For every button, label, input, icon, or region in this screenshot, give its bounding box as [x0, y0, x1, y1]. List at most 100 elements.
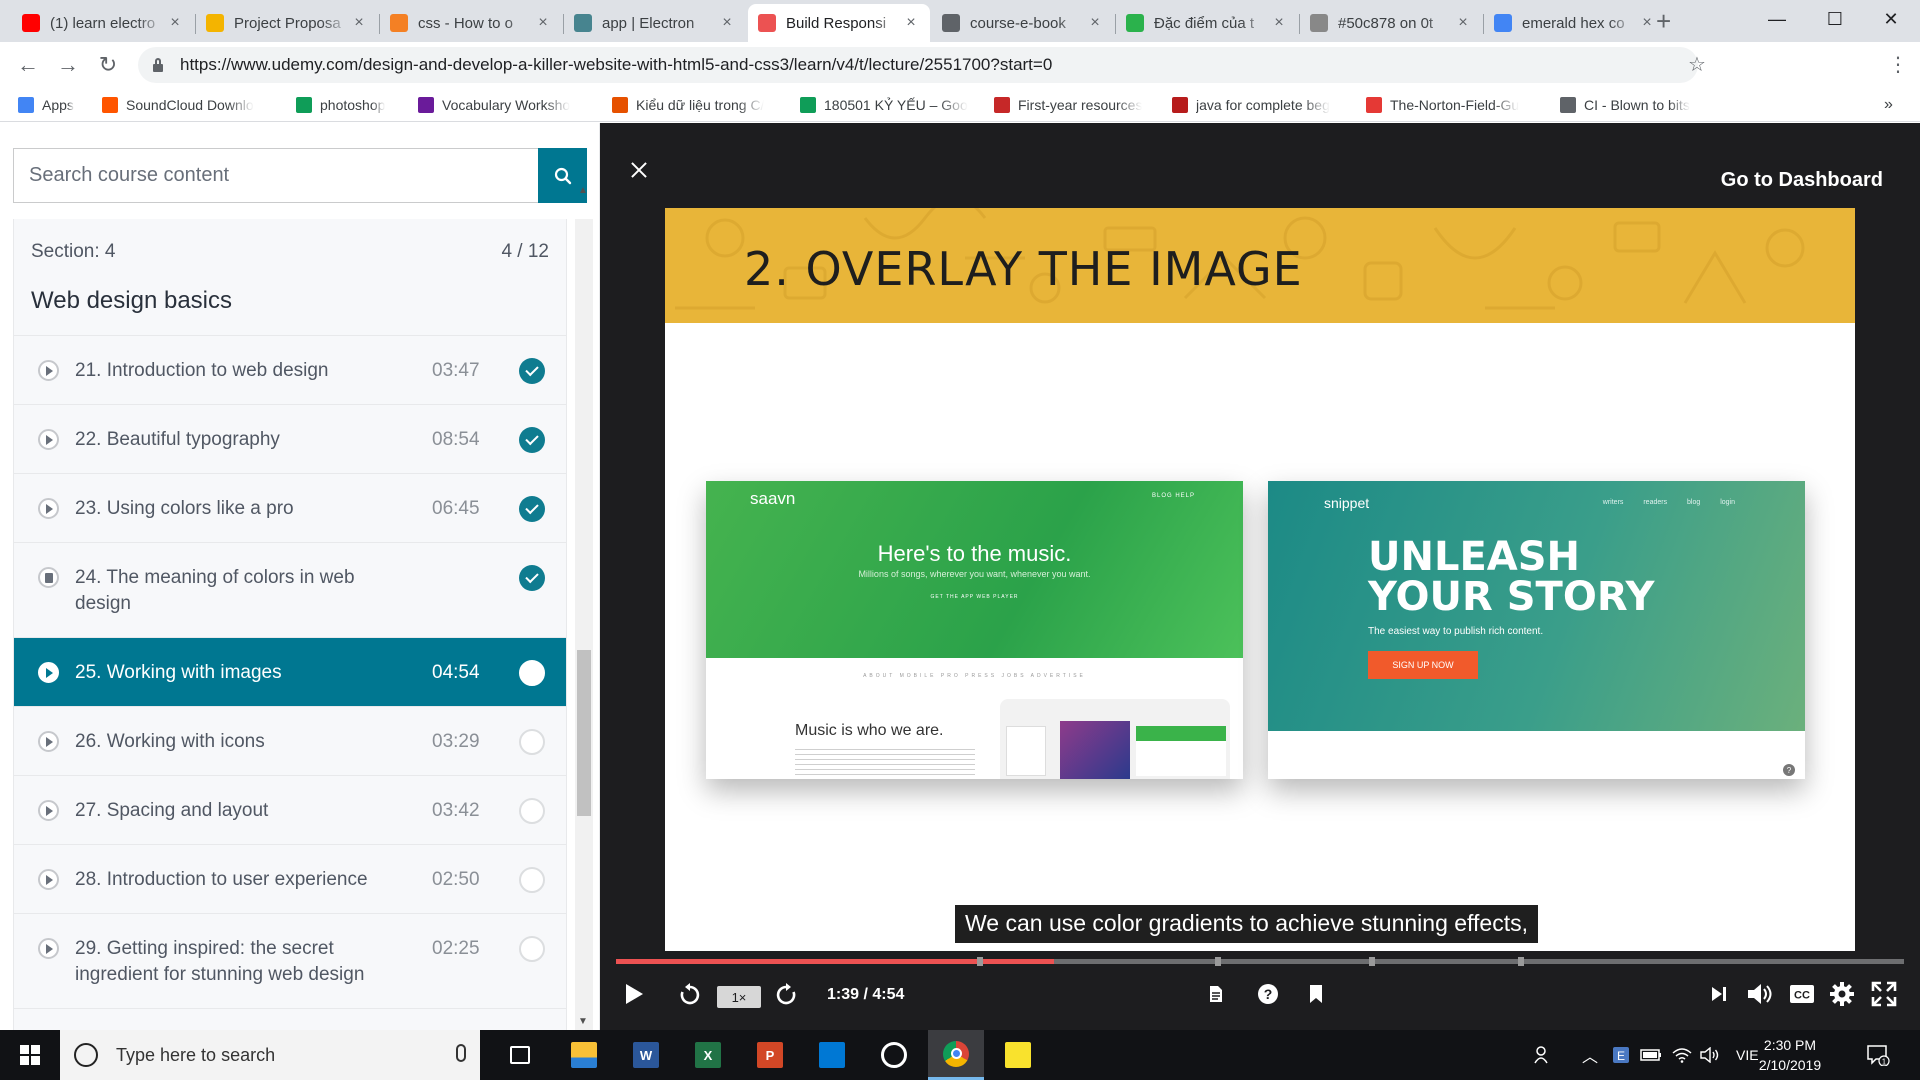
bookmark-item[interactable]: Vocabulary Worksho — [418, 95, 570, 115]
bookmark-item[interactable]: 180501 KỶ YẾU – Goo — [800, 95, 968, 115]
browser-tab[interactable]: Đặc điểm của t × — [1116, 4, 1298, 42]
progress-checkbox[interactable] — [519, 729, 545, 755]
taskbar-app[interactable] — [866, 1030, 922, 1080]
fullscreen-icon[interactable] — [1870, 981, 1898, 1007]
rewind-icon[interactable] — [678, 981, 702, 1007]
new-tab-button[interactable]: + — [1656, 8, 1671, 34]
back-button[interactable]: ← — [14, 52, 42, 78]
bookmark-item[interactable]: photoshop — [296, 95, 385, 115]
bookmark-item[interactable]: Apps — [18, 95, 74, 115]
tab-close-icon[interactable]: × — [1638, 14, 1656, 32]
transcript-icon[interactable] — [1206, 981, 1226, 1007]
tab-close-icon[interactable]: × — [1270, 14, 1288, 32]
closed-captions-icon[interactable]: CC — [1788, 981, 1816, 1007]
volume-tray-icon[interactable] — [1700, 1030, 1720, 1080]
taskbar-search[interactable]: Type here to search — [60, 1030, 480, 1080]
taskbar-app[interactable]: X — [680, 1030, 736, 1080]
lecture-item[interactable]: 22. Beautiful typography 08:54 — [14, 404, 566, 473]
play-circle-icon[interactable] — [38, 498, 59, 519]
search-course-input[interactable] — [13, 148, 538, 203]
lecture-item[interactable]: 28. Introduction to user experience 02:50 — [14, 844, 566, 913]
lecture-item[interactable]: 21. Introduction to web design 03:47 — [14, 335, 566, 404]
reload-button[interactable]: ↻ — [94, 52, 122, 78]
completed-check-icon[interactable] — [519, 496, 545, 522]
bookmark-item[interactable]: SoundCloud Downlo — [102, 95, 254, 115]
play-circle-icon[interactable] — [38, 662, 59, 683]
maximize-button[interactable]: ☐ — [1806, 0, 1864, 38]
completed-check-icon[interactable] — [519, 427, 545, 453]
progress-checkbox[interactable] — [519, 867, 545, 893]
sidebar-scrollbar[interactable] — [575, 219, 593, 1030]
bookmark-item[interactable]: The-Norton-Field-Gu — [1366, 95, 1519, 115]
forward-button[interactable]: → — [54, 52, 82, 78]
completed-check-icon[interactable] — [519, 565, 545, 591]
go-to-dashboard-link[interactable]: Go to Dashboard — [1721, 169, 1883, 192]
taskbar-app[interactable] — [990, 1030, 1046, 1080]
tab-close-icon[interactable]: × — [534, 14, 552, 32]
microphone-icon[interactable] — [456, 1044, 466, 1062]
extension-badge-icon[interactable]: 6 — [1785, 54, 1807, 76]
play-circle-icon[interactable] — [38, 360, 59, 381]
battery-icon[interactable] — [1640, 1030, 1662, 1080]
system-clock[interactable]: 2:30 PM 2/10/2019 — [1745, 1035, 1835, 1075]
bookmark-star-icon[interactable]: ☆ — [1688, 52, 1706, 77]
window-close-button[interactable]: ✕ — [1862, 0, 1920, 38]
minimize-button[interactable]: — — [1748, 0, 1806, 38]
browser-tab[interactable]: course-e-book × — [932, 4, 1114, 42]
browser-tab[interactable]: Build Responsi × — [748, 4, 930, 42]
browser-tab[interactable]: emerald hex co × — [1484, 4, 1666, 42]
adblock-extension-icon[interactable]: ABP — [1742, 54, 1764, 76]
lecture-item[interactable]: 26. Working with icons 03:29 — [14, 706, 566, 775]
tab-close-icon[interactable]: × — [1086, 14, 1104, 32]
browser-tab[interactable]: app | Electron × — [564, 4, 746, 42]
bookmark-item[interactable]: Kiểu dữ liệu trong C/ — [612, 95, 764, 115]
settings-gear-icon[interactable] — [1828, 981, 1856, 1007]
play-circle-icon[interactable] — [38, 429, 59, 450]
play-circle-icon[interactable] — [38, 938, 59, 959]
taskbar-app[interactable] — [928, 1030, 984, 1080]
taskbar-app[interactable] — [492, 1030, 548, 1080]
play-circle-icon[interactable] — [38, 800, 59, 821]
completed-check-icon[interactable] — [519, 358, 545, 384]
bookmark-icon[interactable] — [1306, 981, 1326, 1007]
tab-close-icon[interactable]: × — [166, 14, 184, 32]
play-circle-icon[interactable] — [38, 731, 59, 752]
lecture-item[interactable]: 27. Spacing and layout 03:42 — [14, 775, 566, 844]
next-lecture-icon[interactable] — [1708, 981, 1730, 1007]
wifi-icon[interactable] — [1672, 1030, 1692, 1080]
tray-expand-icon[interactable]: ︿ — [1582, 1030, 1598, 1080]
tab-close-icon[interactable]: × — [350, 14, 368, 32]
lecture-item[interactable]: 24. The meaning of colors in web design — [14, 542, 566, 637]
tray-app-icon[interactable]: E — [1612, 1030, 1630, 1080]
bookmark-item[interactable]: java for complete beg — [1172, 95, 1330, 115]
article-icon[interactable] — [38, 567, 59, 588]
bookmark-item[interactable]: First-year resources — [994, 95, 1142, 115]
taskbar-app[interactable]: W — [618, 1030, 674, 1080]
forward-icon[interactable] — [774, 981, 798, 1007]
chapter-marker[interactable] — [1215, 957, 1221, 966]
lecture-item-current[interactable]: 25. Working with images 04:54 — [14, 637, 566, 706]
lecture-item[interactable]: 30. Wrapping up what we've learned in th… — [14, 1008, 566, 1030]
chapter-marker[interactable] — [1369, 957, 1375, 966]
scroll-down-icon[interactable]: ▼ — [578, 1016, 588, 1027]
close-icon[interactable] — [630, 161, 648, 179]
profile-avatar[interactable]: N — [1840, 54, 1862, 76]
scroll-up-icon[interactable]: ▲ — [578, 185, 588, 196]
browser-tab[interactable]: Project Proposa × — [196, 4, 378, 42]
chapter-marker[interactable] — [977, 957, 983, 966]
chrome-menu-icon[interactable]: ⋮ — [1888, 52, 1908, 77]
lecture-item[interactable]: 29. Getting inspired: the secret ingredi… — [14, 913, 566, 1008]
bookmark-item[interactable]: CI - Blown to bits — [1560, 95, 1690, 115]
browser-tab[interactable]: #50c878 on 0t × — [1300, 4, 1482, 42]
playback-speed-button[interactable]: 1× — [717, 986, 761, 1008]
tab-close-icon[interactable]: × — [1454, 14, 1472, 32]
taskbar-app[interactable] — [556, 1030, 612, 1080]
chapter-marker[interactable] — [1518, 957, 1524, 966]
people-icon[interactable] — [1534, 1030, 1552, 1080]
browser-tab[interactable]: css - How to o × — [380, 4, 562, 42]
help-icon[interactable]: ? — [1255, 981, 1281, 1007]
browser-tab[interactable]: (1) learn electro × — [12, 4, 194, 42]
lecture-item[interactable]: 23. Using colors like a pro 06:45 — [14, 473, 566, 542]
play-icon[interactable] — [622, 981, 646, 1007]
tab-close-icon[interactable]: × — [902, 14, 920, 32]
